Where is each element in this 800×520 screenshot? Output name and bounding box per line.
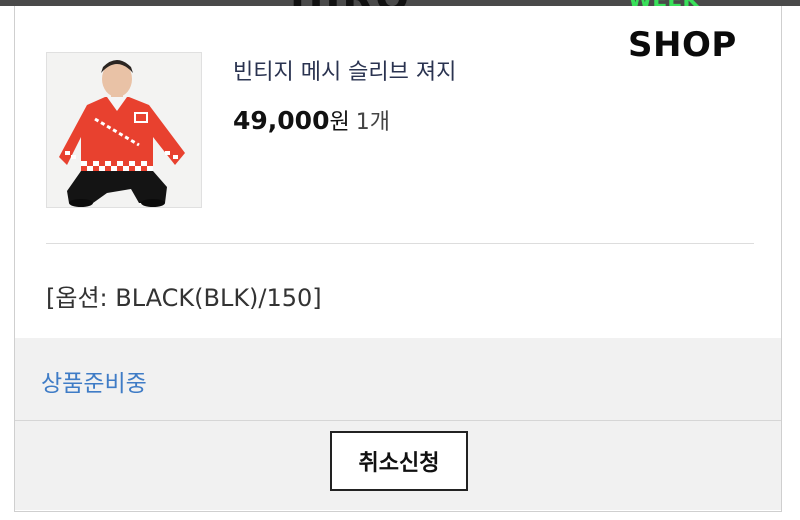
quantity-label: 1개 <box>355 110 390 135</box>
option-text: [옵션: BLACK(BLK)/150] <box>46 284 322 312</box>
price-value: 49,000 <box>233 106 330 135</box>
item-divider <box>46 243 754 244</box>
price-currency: 원 <box>329 110 350 135</box>
shop-logo-text: SHOP <box>628 25 737 65</box>
product-thumbnail[interactable] <box>46 52 202 208</box>
action-section: 취소신청 <box>15 421 781 510</box>
cancel-request-button[interactable]: 취소신청 <box>330 431 468 491</box>
price-row: 49,000원 1개 <box>233 104 390 136</box>
product-name[interactable]: 빈티지 메시 슬리브 져지 <box>233 54 456 86</box>
product-photo-image <box>47 53 201 207</box>
order-item-card: 빈티지 메시 슬리브 져지 49,000원 1개 [옵션: BLACK(BLK)/… <box>14 6 782 512</box>
order-status-label: 상품준비중 <box>41 371 147 397</box>
status-section: 상품준비중 <box>15 338 781 421</box>
